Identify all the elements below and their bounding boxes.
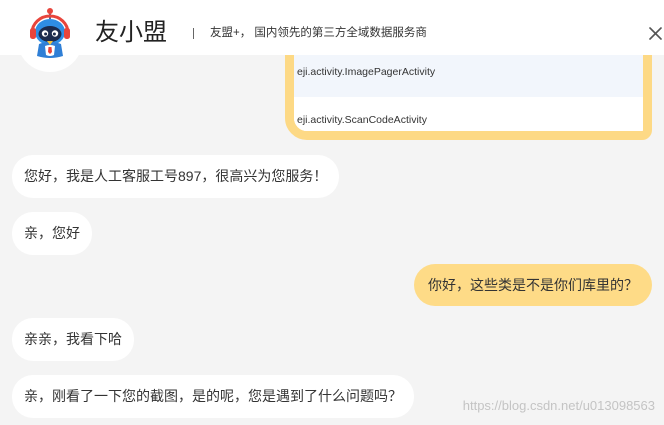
- chat-title: 友小盟: [95, 19, 167, 46]
- robot-mascot-icon: [17, 6, 83, 72]
- agent-message: 亲亲，我看下哈: [12, 318, 134, 361]
- header-divider: [193, 28, 194, 39]
- agent-message: 亲，刚看了一下您的截图，是的呢，您是遇到了什么问题吗？: [12, 375, 414, 418]
- user-message: 你好，这些类是不是你们库里的？: [414, 264, 652, 306]
- chat-header: 友小盟 友盟+， 国内领先的第三方全域数据服务商: [0, 0, 664, 55]
- watermark: https://blog.csdn.net/u013098563: [462, 398, 655, 413]
- agent-message: 亲，您好: [12, 212, 92, 255]
- agent-message: 您好，我是人工客服工号897，很高兴为您服务！: [12, 155, 340, 198]
- close-icon[interactable]: [649, 27, 662, 40]
- screenshot-line: eji.activity.ScanCodeActivity: [294, 97, 643, 131]
- chat-window: 友小盟 友盟+， 国内领先的第三方全域数据服务商 eji.activity.Im…: [0, 0, 664, 425]
- chat-subtitle: 友盟+， 国内领先的第三方全域数据服务商: [210, 27, 427, 39]
